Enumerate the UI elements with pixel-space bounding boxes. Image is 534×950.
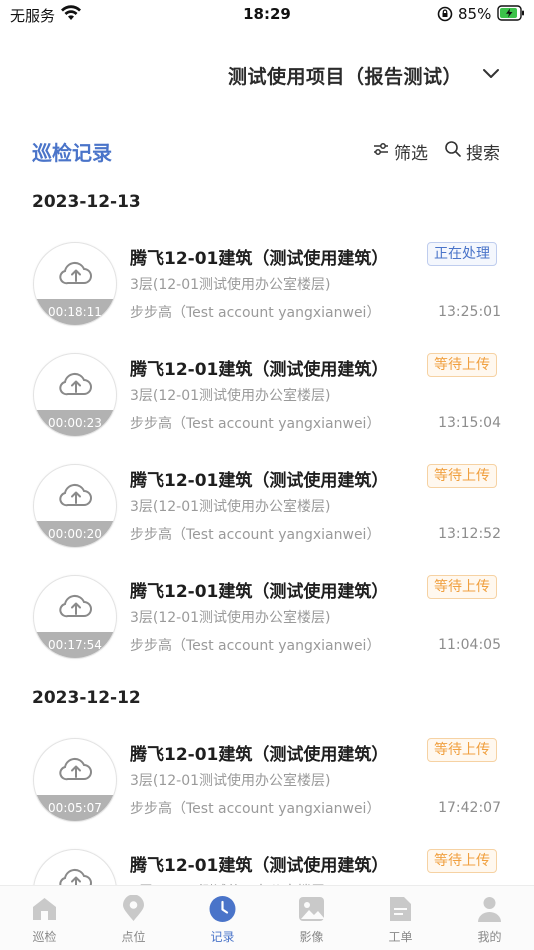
cloud-upload-icon [59,592,93,626]
filter-icon [372,140,390,162]
cloud-upload-icon [59,755,93,789]
record-title: 腾飞12-01建筑（测试使用建筑） [130,249,389,269]
record-time: 13:12:52 [438,526,501,542]
tab-bar: 巡检 点位 记录 影像 工单 我的 [0,885,534,950]
record-time: 13:25:01 [438,304,501,320]
document-icon [386,895,415,927]
status-badge: 等待上传 [427,849,497,873]
clock-icon [208,895,237,927]
chevron-down-icon[interactable] [481,66,501,85]
record-floor: 3层(12-01测试使用办公室楼层) [130,388,331,404]
tab-label: 工单 [388,930,413,944]
battery-percent: 85% [458,5,492,23]
record-floor: 3层(12-01测试使用办公室楼层) [130,610,331,626]
record-time: 11:04:05 [438,637,501,653]
record-title: 腾飞12-01建筑（测试使用建筑） [130,360,389,380]
record-item[interactable]: 00:00:23 腾飞12-01建筑（测试使用建筑） 3层(12-01测试使用办… [0,349,534,449]
record-item[interactable]: 00:00:20 腾飞12-01建筑（测试使用建筑） 3层(12-01测试使用办… [0,460,534,560]
date-header: 2023-12-13 [32,192,141,212]
record-item[interactable]: 00:05:07 腾飞12-01建筑（测试使用建筑） 3层(12-01测试使用办… [0,734,534,834]
filter-label: 筛选 [394,143,428,164]
record-thumbnail[interactable]: 00:17:54 [33,575,117,659]
tab-work-orders[interactable]: 工单 [356,886,445,950]
status-badge: 正在处理 [427,242,497,266]
tab-records[interactable]: 记录 [178,886,267,950]
record-item[interactable]: 00:18:11 腾飞12-01建筑（测试使用建筑） 3层(12-01测试使用办… [0,238,534,338]
record-duration: 00:00:20 [48,527,102,541]
record-title: 腾飞12-01建筑（测试使用建筑） [130,745,389,765]
status-badge: 等待上传 [427,738,497,762]
search-button[interactable]: 搜索 [444,139,500,164]
tab-profile[interactable]: 我的 [445,886,534,950]
status-badge: 等待上传 [427,353,497,377]
record-time: 17:42:07 [438,800,501,816]
record-thumbnail[interactable]: 00:00:23 [33,353,117,437]
tab-label: 影像 [299,930,324,944]
record-duration: 00:05:07 [48,801,102,815]
location-pin-icon [119,894,148,927]
status-badge: 等待上传 [427,575,497,599]
tab-label: 记录 [210,930,235,944]
status-badge: 等待上传 [427,464,497,488]
clock-time: 18:29 [243,5,291,23]
tab-images[interactable]: 影像 [267,886,356,950]
section-title: 巡检记录 [32,141,112,165]
record-duration: 00:18:11 [48,305,102,319]
status-bar: 无服务 18:29 85% [0,0,534,28]
cloud-upload-icon [59,370,93,404]
record-person: 步步高（Test account yangxianwei） [130,801,381,817]
record-floor: 3层(12-01测试使用办公室楼层) [130,499,331,515]
record-thumbnail[interactable]: 00:05:07 [33,738,117,822]
tab-points[interactable]: 点位 [89,886,178,950]
battery-charging-icon [497,5,525,25]
record-title: 腾飞12-01建筑（测试使用建筑） [130,856,389,876]
record-item[interactable]: 00:17:54 腾飞12-01建筑（测试使用建筑） 3层(12-01测试使用办… [0,571,534,671]
project-title: 测试使用项目（报告测试） [227,66,462,88]
record-floor: 3层(12-01测试使用办公室楼层) [130,773,331,789]
record-person: 步步高（Test account yangxianwei） [130,305,381,321]
record-title: 腾飞12-01建筑（测试使用建筑） [130,582,389,602]
tab-inspection[interactable]: 巡检 [0,886,89,950]
record-duration: 00:17:54 [48,638,102,652]
cloud-upload-icon [59,481,93,515]
date-header: 2023-12-12 [32,688,141,708]
cloud-upload-icon [59,259,93,293]
record-person: 步步高（Test account yangxianwei） [130,527,381,543]
image-icon [297,895,326,927]
person-icon [475,895,504,927]
record-title: 腾飞12-01建筑（测试使用建筑） [130,471,389,491]
tab-label: 巡检 [32,930,57,944]
record-duration: 00:00:23 [48,416,102,430]
project-selector[interactable]: 测试使用项目（报告测试） [0,56,534,96]
home-icon [30,895,59,927]
search-icon [444,140,462,162]
record-person: 步步高（Test account yangxianwei） [130,638,381,654]
record-time: 13:15:04 [438,415,501,431]
record-thumbnail[interactable]: 00:18:11 [33,242,117,326]
filter-button[interactable]: 筛选 [372,139,428,164]
record-thumbnail[interactable]: 00:00:20 [33,464,117,548]
orientation-lock-icon [437,6,453,26]
record-person: 步步高（Test account yangxianwei） [130,416,381,432]
record-floor: 3层(12-01测试使用办公室楼层) [130,277,331,293]
search-label: 搜索 [466,143,500,164]
tab-label: 点位 [121,930,146,944]
tab-label: 我的 [477,930,502,944]
